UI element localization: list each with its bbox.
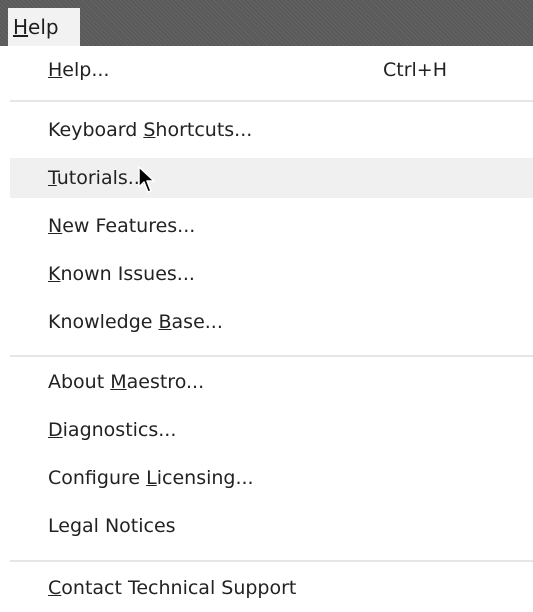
menu-separator — [10, 560, 533, 562]
help-menu-title-label: Help — [13, 15, 59, 39]
help-menu: Help... Ctrl+H Keyboard Shortcuts... Tut… — [0, 46, 533, 612]
menu-item-diagnostics[interactable]: Diagnostics... — [10, 410, 533, 450]
mouse-pointer-icon — [138, 166, 155, 193]
menu-item-help-label: Help... — [48, 59, 110, 81]
menu-separator — [10, 100, 533, 102]
menu-item-keyboard-shortcuts-label: Keyboard Shortcuts... — [48, 119, 253, 141]
menu-item-help[interactable]: Help... Ctrl+H — [10, 50, 533, 90]
menu-separator — [10, 355, 533, 357]
menu-item-configure-licensing[interactable]: Configure Licensing... — [10, 458, 533, 498]
menu-item-legal-notices[interactable]: Legal Notices — [10, 506, 533, 546]
help-menu-title[interactable]: Help — [8, 8, 80, 46]
menu-item-known-issues[interactable]: Known Issues... — [10, 254, 533, 294]
menu-item-legal-notices-label: Legal Notices — [48, 515, 176, 537]
menu-item-about-maestro-label: About Maestro... — [48, 371, 205, 393]
menu-item-contact-technical-support-label: Contact Technical Support — [48, 577, 297, 599]
menu-item-help-shortcut: Ctrl+H — [383, 59, 448, 81]
menu-item-knowledge-base[interactable]: Knowledge Base... — [10, 302, 533, 342]
menu-item-new-features[interactable]: New Features... — [10, 206, 533, 246]
menu-item-new-features-label: New Features... — [48, 215, 196, 237]
menu-item-about-maestro[interactable]: About Maestro... — [10, 362, 533, 402]
menu-item-tutorials[interactable]: Tutorials... — [10, 158, 533, 198]
menu-item-diagnostics-label: Diagnostics... — [48, 419, 177, 441]
menu-item-contact-technical-support[interactable]: Contact Technical Support — [10, 568, 533, 608]
menu-item-known-issues-label: Known Issues... — [48, 263, 195, 285]
menu-bar: Help — [0, 0, 533, 46]
menu-item-keyboard-shortcuts[interactable]: Keyboard Shortcuts... — [10, 110, 533, 150]
menu-item-configure-licensing-label: Configure Licensing... — [48, 467, 254, 489]
menu-item-knowledge-base-label: Knowledge Base... — [48, 311, 223, 333]
menu-item-tutorials-label: Tutorials... — [48, 167, 146, 189]
